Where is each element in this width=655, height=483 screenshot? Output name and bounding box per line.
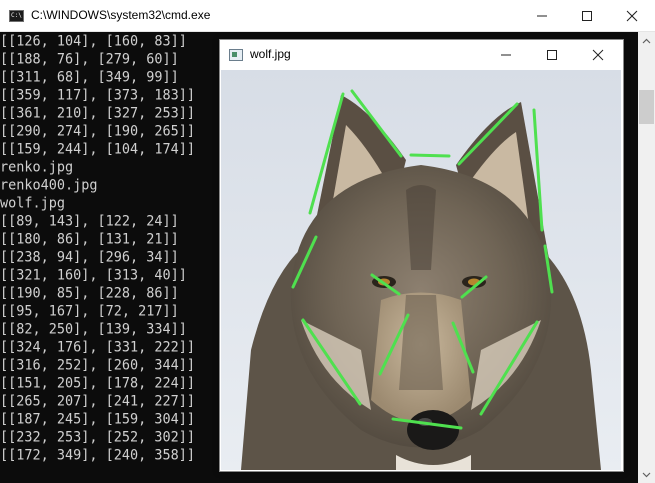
image-window-title: wolf.jpg bbox=[250, 47, 291, 61]
image-minimize-button[interactable] bbox=[483, 40, 529, 70]
image-close-button[interactable] bbox=[575, 40, 621, 70]
detected-line-segment bbox=[291, 235, 318, 289]
console-line: [[311, 68], [349, 99]] bbox=[0, 68, 179, 86]
cmd-app-icon[interactable]: C:\ bbox=[9, 10, 24, 22]
console-line: renko.jpg bbox=[0, 158, 74, 176]
scroll-down-button[interactable] bbox=[638, 466, 655, 483]
detected-line-segment bbox=[308, 92, 345, 215]
detected-line-segment bbox=[532, 108, 544, 232]
minimize-icon bbox=[501, 54, 511, 56]
cmd-window-title: C:\WINDOWS\system32\cmd.exe bbox=[31, 8, 211, 22]
detected-line-segment bbox=[350, 89, 403, 158]
detected-line-segment bbox=[370, 273, 401, 296]
console-line: [[359, 117], [373, 183]] bbox=[0, 86, 196, 104]
scroll-up-button[interactable] bbox=[638, 32, 655, 49]
console-line: [[180, 86], [131, 21]] bbox=[0, 230, 179, 248]
maximize-icon bbox=[547, 50, 557, 60]
console-line: [[126, 104], [160, 83]] bbox=[0, 32, 187, 50]
console-line: [[82, 250], [139, 334]] bbox=[0, 320, 187, 338]
console-line: [[238, 94], [296, 34]] bbox=[0, 248, 179, 266]
console-line: [[187, 245], [159, 304]] bbox=[0, 410, 196, 428]
console-line: renko400.jpg bbox=[0, 176, 98, 194]
close-icon bbox=[626, 10, 638, 22]
image-app-icon[interactable] bbox=[229, 49, 243, 61]
minimize-icon bbox=[537, 15, 547, 17]
console-line: [[151, 205], [178, 224]] bbox=[0, 374, 196, 392]
cmd-close-button[interactable] bbox=[609, 0, 655, 32]
cmd-icon-text: C:\ bbox=[11, 12, 22, 19]
scroll-thumb[interactable] bbox=[639, 90, 654, 124]
console-line: [[190, 85], [228, 86]] bbox=[0, 284, 179, 302]
detected-line-segment bbox=[301, 318, 362, 406]
detected-line-segment bbox=[378, 313, 410, 376]
detected-line-segment bbox=[543, 244, 554, 294]
console-scrollbar[interactable] bbox=[638, 32, 655, 483]
detected-line-segment bbox=[460, 275, 488, 299]
image-window-titlebar[interactable]: wolf.jpg bbox=[220, 40, 623, 70]
console-line: wolf.jpg bbox=[0, 194, 66, 212]
detected-line-segment bbox=[409, 153, 451, 158]
console-line: [[232, 253], [252, 302]] bbox=[0, 428, 196, 446]
console-line: [[290, 274], [190, 265]] bbox=[0, 122, 196, 140]
console-line: [[316, 252], [260, 344]] bbox=[0, 356, 196, 374]
console-line: [[188, 76], [279, 60]] bbox=[0, 50, 179, 68]
console-line: [[159, 244], [104, 174]] bbox=[0, 140, 196, 158]
detected-line-segment bbox=[391, 417, 463, 430]
chevron-up-icon bbox=[642, 38, 651, 43]
wolf-image-canvas bbox=[221, 70, 621, 470]
image-viewer-window[interactable]: wolf.jpg bbox=[219, 39, 624, 472]
image-maximize-button[interactable] bbox=[529, 40, 575, 70]
detection-lines-overlay bbox=[291, 89, 554, 430]
console-line: [[324, 176], [331, 222]] bbox=[0, 338, 196, 356]
detected-line-segment bbox=[451, 321, 475, 374]
cmd-titlebar[interactable]: C:\ C:\WINDOWS\system32\cmd.exe bbox=[0, 0, 655, 32]
maximize-icon bbox=[582, 11, 592, 21]
console-line: [[95, 167], [72, 217]] bbox=[0, 302, 179, 320]
close-icon bbox=[592, 49, 604, 61]
cmd-maximize-button[interactable] bbox=[564, 0, 610, 32]
detected-line-segment bbox=[457, 102, 519, 166]
console-line: [[361, 210], [327, 253]] bbox=[0, 104, 196, 122]
chevron-down-icon bbox=[642, 472, 651, 477]
console-line: [[172, 349], [240, 358]] bbox=[0, 446, 196, 464]
console-line: [[321, 160], [313, 40]] bbox=[0, 266, 187, 284]
console-line: [[265, 207], [241, 227]] bbox=[0, 392, 196, 410]
console-line: [[89, 143], [122, 24]] bbox=[0, 212, 179, 230]
detected-line-segment bbox=[479, 320, 539, 416]
cmd-minimize-button[interactable] bbox=[519, 0, 565, 32]
